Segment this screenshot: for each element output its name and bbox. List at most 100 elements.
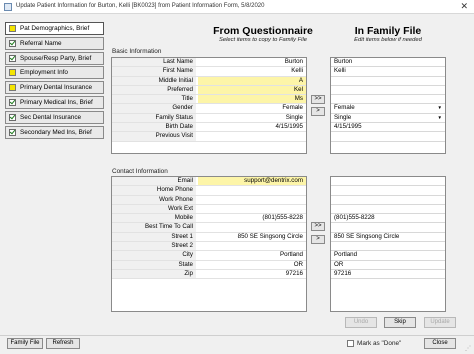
questionnaire-value[interactable]: 850 SE Singsong Circle [198, 233, 306, 241]
family-select-field[interactable]: Female ▼ [331, 104, 445, 114]
field-label: Previous Visit [112, 132, 196, 141]
questionnaire-value[interactable]: Female [198, 104, 306, 112]
family-input-field[interactable] [331, 242, 445, 252]
family-input-field[interactable] [331, 86, 445, 96]
questionnaire-row[interactable]: State OR [112, 260, 306, 270]
sidebar-item[interactable]: Spouse/Resp Party, Brief [5, 51, 104, 65]
family-value: Kelli [334, 67, 346, 75]
field-label: City [112, 251, 196, 260]
questionnaire-value[interactable]: Ms [198, 95, 306, 104]
skip-button[interactable]: Skip [384, 317, 416, 328]
questionnaire-row[interactable]: Mobile (801)555-8228 [112, 214, 306, 224]
questionnaire-row[interactable]: Work Phone [112, 195, 306, 205]
questionnaire-row[interactable]: Street 1 850 SE Singsong Circle [112, 232, 306, 243]
family-input-field[interactable] [331, 132, 445, 142]
family-input-field[interactable] [331, 77, 445, 86]
copy-all-basic-button[interactable]: >> [311, 95, 325, 104]
copy-one-contact-button[interactable]: > [311, 235, 325, 244]
questionnaire-value[interactable]: (801)555-8228 [198, 214, 306, 222]
field-label: Birth Date [112, 123, 196, 132]
family-subheader: Edit items below if needed [354, 37, 422, 43]
family-value: 4/15/1995 [334, 123, 362, 131]
questionnaire-row[interactable]: Zip 97216 [112, 269, 306, 280]
questionnaire-value[interactable]: 97216 [198, 270, 306, 278]
questionnaire-value[interactable]: support@dentrix.com [198, 177, 306, 186]
sidebar-item[interactable]: Sec Dental Insurance [5, 110, 104, 124]
questionnaire-row[interactable]: Preferred Kel [112, 85, 306, 96]
family-input-field[interactable]: Portland [331, 251, 445, 261]
refresh-button[interactable]: Refresh [46, 338, 80, 349]
questionnaire-row[interactable]: First Name Kelli [112, 67, 306, 77]
copy-all-contact-button[interactable]: >> [311, 222, 325, 231]
questionnaire-value[interactable] [198, 196, 306, 204]
questionnaire-value[interactable]: 4/15/1995 [198, 123, 306, 131]
family-input-field[interactable] [331, 205, 445, 215]
resize-grip-icon[interactable]: ⋰ [465, 345, 472, 352]
field-label: Mobile [112, 214, 196, 223]
sidebar-item[interactable]: Primary Dental Insurance [5, 81, 104, 95]
dropdown-arrow-icon[interactable]: ▼ [438, 114, 442, 123]
family-file-button[interactable]: Family File [7, 338, 43, 349]
family-input-field[interactable]: (801)555-8228 [331, 214, 445, 224]
questionnaire-row[interactable]: Previous Visit [112, 132, 306, 142]
contact-questionnaire-grid: Email support@dentrix.com Home Phone Work P… [111, 176, 307, 312]
questionnaire-value[interactable]: A [198, 76, 306, 85]
questionnaire-row[interactable]: Title Ms [112, 95, 306, 105]
questionnaire-row[interactable]: Middle Initial A [112, 76, 306, 86]
questionnaire-value[interactable]: OR [198, 261, 306, 269]
questionnaire-row[interactable]: City Portland [112, 251, 306, 261]
dropdown-arrow-icon[interactable]: ▼ [438, 104, 442, 113]
questionnaire-value[interactable] [198, 132, 306, 140]
pending-status-icon [9, 25, 16, 32]
family-input-field[interactable] [331, 223, 445, 233]
questionnaire-row[interactable]: Street 2 [112, 242, 306, 252]
update-button[interactable]: Update [424, 317, 456, 328]
field-label: Email [112, 177, 196, 186]
family-select-field[interactable]: Single ▼ [331, 114, 445, 124]
questionnaire-value[interactable]: Single [198, 114, 306, 122]
window-title: Update Patient Information for Burton, K… [16, 3, 265, 9]
questionnaire-row[interactable]: Family Status Single [112, 113, 306, 124]
family-input-field[interactable]: Burton [331, 58, 445, 68]
family-input-field[interactable] [331, 196, 445, 205]
questionnaire-value[interactable]: Kelli [198, 67, 306, 75]
questionnaire-value[interactable] [198, 186, 306, 194]
undo-button[interactable]: Undo [345, 317, 377, 328]
close-button[interactable]: Close [424, 338, 456, 349]
basic-questionnaire-grid: Last Name Burton First Name Kelli Middle Ini… [111, 57, 307, 154]
questionnaire-row[interactable]: Home Phone [112, 186, 306, 196]
mark-done-checkbox[interactable] [347, 340, 354, 347]
questionnaire-value[interactable] [198, 242, 306, 250]
questionnaire-value[interactable] [198, 205, 306, 213]
sidebar-item[interactable]: Pat Demographics, Brief [5, 22, 104, 35]
title-bar: Update Patient Information for Burton, K… [0, 0, 474, 14]
field-label: Preferred [112, 85, 196, 95]
questionnaire-value[interactable]: Portland [198, 251, 306, 259]
sidebar-item[interactable]: Secondary Med Ins, Brief [5, 125, 104, 139]
questionnaire-row[interactable]: Work Ext [112, 204, 306, 215]
copy-one-basic-button[interactable]: > [311, 107, 325, 116]
family-input-field[interactable]: 4/15/1995 [331, 123, 445, 133]
sidebar-item[interactable]: Primary Medical Ins, Brief [5, 95, 104, 109]
family-input-field[interactable] [331, 177, 445, 187]
field-label: Middle Initial [112, 76, 196, 85]
family-input-field[interactable]: Kelli [331, 67, 445, 77]
family-input-field[interactable] [331, 186, 445, 196]
close-icon[interactable]: ✕ [460, 1, 468, 12]
field-label: Gender [112, 104, 196, 113]
family-input-field[interactable]: 850 SE Singsong Circle [331, 233, 445, 243]
field-label: Street 1 [112, 232, 196, 242]
family-input-field[interactable] [331, 95, 445, 105]
questionnaire-row[interactable]: Email support@dentrix.com [112, 177, 306, 187]
sidebar-item[interactable]: Referral Name [5, 36, 104, 50]
family-input-field[interactable]: OR [331, 261, 445, 270]
questionnaire-row[interactable]: Gender Female [112, 104, 306, 114]
questionnaire-value[interactable]: Burton [198, 58, 306, 66]
sidebar-item[interactable]: Employment Info [5, 66, 104, 80]
questionnaire-row[interactable]: Best Time To Call [112, 223, 306, 233]
family-input-field[interactable]: 97216 [331, 270, 445, 280]
questionnaire-value[interactable] [198, 223, 306, 231]
questionnaire-value[interactable]: Kel [198, 85, 306, 95]
questionnaire-row[interactable]: Birth Date 4/15/1995 [112, 123, 306, 133]
questionnaire-row[interactable]: Last Name Burton [112, 58, 306, 68]
